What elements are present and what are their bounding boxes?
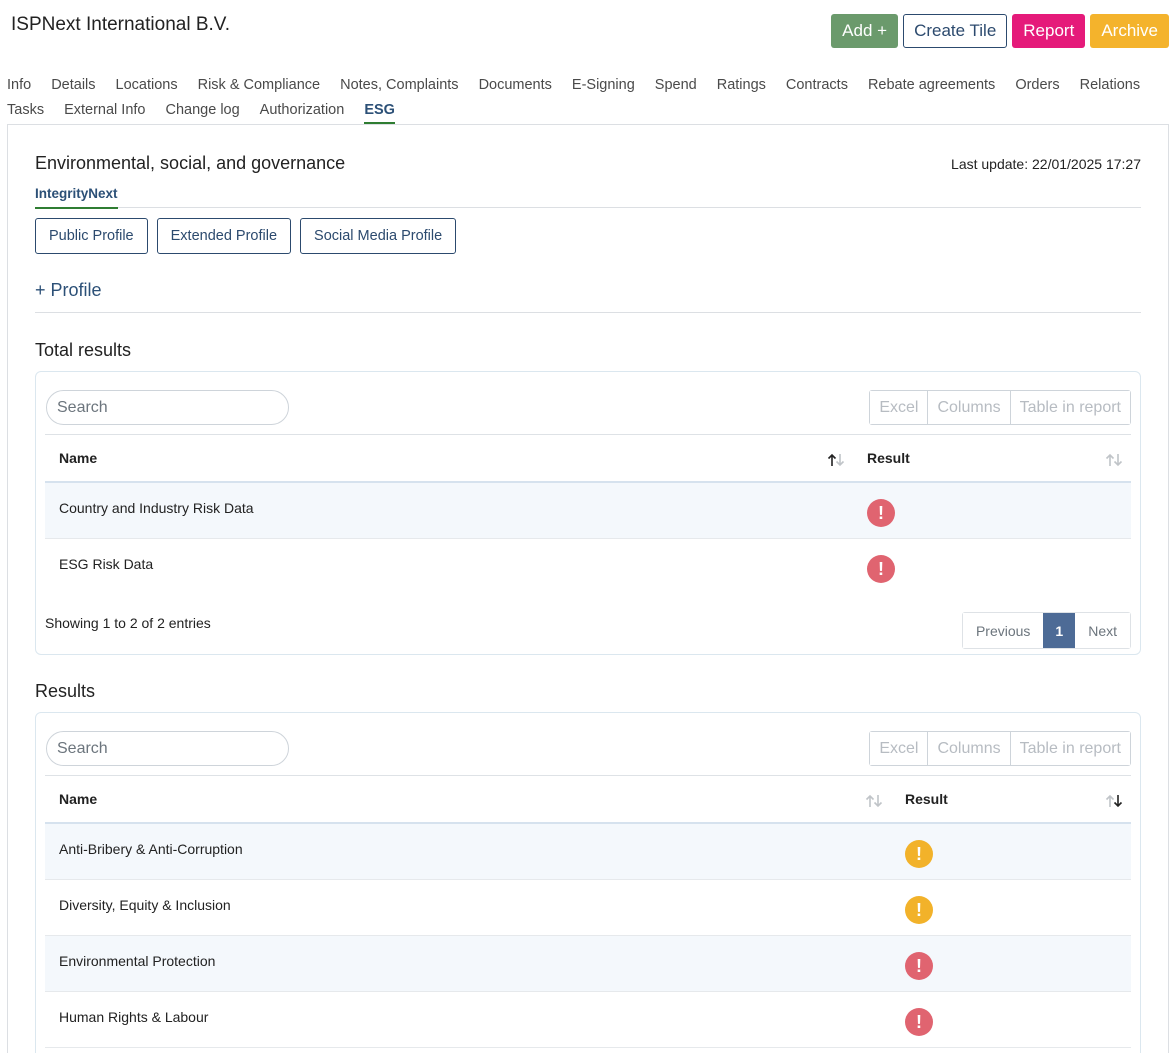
tab-documents[interactable]: Documents [479,74,552,99]
public-profile-button[interactable]: Public Profile [35,218,148,254]
column-header-result[interactable]: Result [905,791,948,807]
tab-external-info[interactable]: External Info [64,99,145,124]
tab-ratings[interactable]: Ratings [717,74,766,99]
extended-profile-button[interactable]: Extended Profile [156,218,292,254]
archive-button[interactable]: Archive [1090,14,1169,48]
top-actions: Add + Create Tile Report Archive [831,14,1169,48]
tab-info[interactable]: Info [7,74,31,99]
tab-notes-complaints[interactable]: Notes, Complaints [340,74,458,99]
search-input[interactable] [46,390,289,425]
table-in-report-button[interactable]: Table in report [1010,391,1130,424]
previous-page-button[interactable]: Previous [962,613,1044,648]
exclamation-amber-icon: ! [905,840,933,868]
social-media-profile-button[interactable]: Social Media Profile [300,218,457,254]
report-button[interactable]: Report [1012,14,1086,48]
exclamation-red-icon: ! [867,499,895,527]
tab-rebate-agreements[interactable]: Rebate agreements [868,74,995,99]
tab-spend[interactable]: Spend [655,74,697,99]
results-table: Excel Columns Table in report Name Resul… [35,712,1141,1053]
row-name: Environmental Protection [59,953,216,969]
tab-orders[interactable]: Orders [1015,74,1059,99]
table-row[interactable]: ESG Risk Data ! [45,539,1131,595]
exclamation-red-icon: ! [867,555,895,583]
results-title: Results [35,681,96,701]
company-title: ISPNext International B.V. [11,14,230,35]
sort-desc-icon[interactable] [1105,794,1123,808]
table-row[interactable]: Country and Industry Risk Data ! [45,483,1131,539]
sort-icon[interactable] [1105,453,1123,467]
tab-change-log[interactable]: Change log [166,99,240,124]
column-header-name[interactable]: Name [59,450,97,466]
search-input[interactable] [46,731,289,766]
main-tabs: Info Details Locations Risk & Compliance… [7,74,1167,124]
table-tools: Excel Columns Table in report [869,390,1131,425]
exclamation-amber-icon: ! [905,896,933,924]
tab-row-1: Info Details Locations Risk & Compliance… [7,74,1167,99]
last-update: Last update: 22/01/2025 17:27 [951,156,1141,172]
table-row[interactable]: Diversity, Equity & Inclusion ! [45,880,1131,936]
table-row[interactable]: Environmental Protection ! [45,936,1131,992]
columns-button[interactable]: Columns [928,391,1011,424]
row-name: Anti-Bribery & Anti-Corruption [59,841,243,857]
sort-icon[interactable] [865,794,883,808]
table-header: Name Result [45,775,1131,824]
subtab-integritynext[interactable]: IntegrityNext [35,186,118,209]
page-title: Environmental, social, and governance [35,153,346,173]
next-page-button[interactable]: Next [1075,613,1130,648]
row-name: Country and Industry Risk Data [59,500,254,516]
column-header-name[interactable]: Name [59,791,97,807]
row-name: Human Rights & Labour [59,1009,209,1025]
row-name: ESG Risk Data [59,556,154,572]
profile-buttons: Public Profile Extended Profile Social M… [35,218,457,254]
excel-button[interactable]: Excel [870,391,929,424]
tab-relations[interactable]: Relations [1080,74,1140,99]
row-name: Diversity, Equity & Inclusion [59,897,231,913]
table-row[interactable]: Anti-Bribery & Anti-Corruption ! [45,824,1131,880]
tab-e-signing[interactable]: E-Signing [572,74,635,99]
tab-locations[interactable]: Locations [116,74,178,99]
excel-button[interactable]: Excel [870,732,929,765]
page-1-button[interactable]: 1 [1043,613,1076,648]
total-results-title: Total results [35,340,132,360]
column-header-result[interactable]: Result [867,450,910,466]
table-in-report-button[interactable]: Table in report [1010,732,1130,765]
tab-details[interactable]: Details [51,74,95,99]
table-row[interactable]: Human Rights & Labour ! [45,992,1131,1048]
tab-row-2: Tasks External Info Change log Authoriza… [7,99,1167,124]
exclamation-red-icon: ! [905,1008,933,1036]
add-button[interactable]: Add + [831,14,899,48]
tab-contracts[interactable]: Contracts [786,74,848,99]
create-tile-button[interactable]: Create Tile [903,14,1008,48]
tab-risk-compliance[interactable]: Risk & Compliance [198,74,321,99]
sub-tabs: IntegrityNext [35,185,1141,209]
pagination: Previous 1 Next [961,612,1131,649]
exclamation-red-icon: ! [905,952,933,980]
total-results-table: Excel Columns Table in report Name Resul… [35,371,1141,655]
tab-authorization[interactable]: Authorization [260,99,345,124]
table-tools: Excel Columns Table in report [869,731,1131,766]
tab-esg[interactable]: ESG [364,99,395,124]
showing-entries: Showing 1 to 2 of 2 entries [45,615,211,631]
sort-asc-icon[interactable] [827,453,845,467]
table-header: Name Result [45,434,1131,483]
tab-tasks[interactable]: Tasks [7,99,44,124]
esg-panel: Environmental, social, and governance La… [7,124,1169,1053]
add-profile-link[interactable]: + Profile [35,280,102,301]
columns-button[interactable]: Columns [928,732,1011,765]
divider [35,312,1141,313]
